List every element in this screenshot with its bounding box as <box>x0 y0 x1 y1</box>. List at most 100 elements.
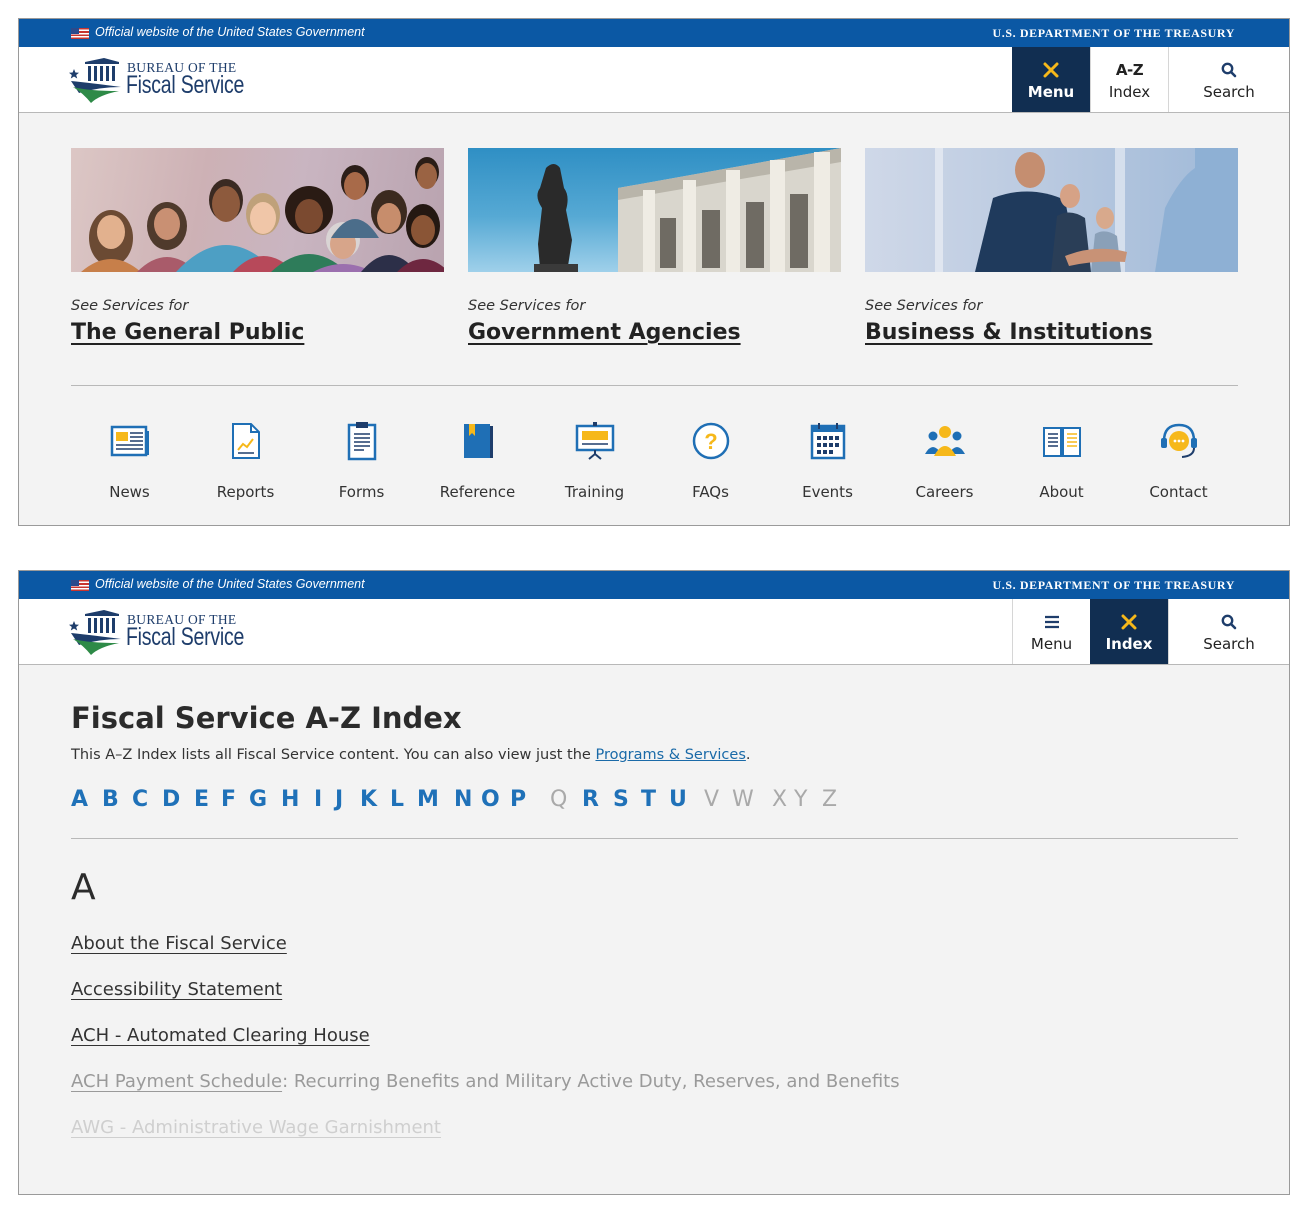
presentation-board-icon <box>536 417 653 465</box>
index-entry-link[interactable]: About the Fiscal Service <box>71 933 287 954</box>
letter-v: V <box>704 787 720 812</box>
reports-label: Reports <box>216 483 275 501</box>
quick-link-reports[interactable]: Reports <box>187 417 304 501</box>
us-flag-icon <box>71 580 89 591</box>
letter-r[interactable]: R <box>582 787 599 812</box>
see-services-for-text: See Services for <box>865 298 983 314</box>
index-entry[interactable]: AWG - Administrative Wage Garnishment <box>71 1117 441 1138</box>
quick-link-careers[interactable]: Careers <box>886 417 1003 501</box>
search-button[interactable]: Search <box>1168 599 1289 664</box>
quick-link-contact[interactable]: Contact <box>1120 417 1237 501</box>
see-services-for-text: See Services for <box>71 298 189 314</box>
business-institutions-photo[interactable] <box>865 148 1238 272</box>
government-agencies-link[interactable]: Government Agencies <box>468 320 841 345</box>
letter-s[interactable]: S <box>613 787 629 812</box>
audience-card-general-public[interactable]: See Services for The General Public <box>71 148 444 345</box>
audience-card-government-agencies[interactable]: See Services for Government Agencies <box>468 148 841 345</box>
index-description: This A–Z Index lists all Fiscal Service … <box>71 747 750 763</box>
letter-t[interactable]: T <box>641 787 656 812</box>
book-icon <box>419 417 536 465</box>
quick-link-events[interactable]: Events <box>769 417 886 501</box>
report-chart-icon <box>187 417 304 465</box>
menu-button-label: Menu <box>1027 82 1075 101</box>
letter-a[interactable]: A <box>71 787 88 812</box>
treasury-department-text[interactable]: U.S. DEPARTMENT OF THE TREASURY <box>993 578 1235 593</box>
letter-c[interactable]: C <box>132 787 148 812</box>
index-entry[interactable]: About the Fiscal Service <box>71 933 287 954</box>
letter-u[interactable]: U <box>669 787 687 812</box>
letter-p[interactable]: P <box>510 787 526 812</box>
letter-o[interactable]: O <box>481 787 500 812</box>
contact-label: Contact <box>1149 483 1208 501</box>
a-z-index-icon: A-Z <box>1115 60 1144 79</box>
index-entry-link[interactable]: Accessibility Statement <box>71 979 282 1000</box>
question-circle-icon: ? <box>652 417 769 465</box>
letter-d[interactable]: D <box>162 787 180 812</box>
index-button-label: Index <box>1108 82 1151 101</box>
letter-m[interactable]: M <box>417 787 439 812</box>
index-button[interactable]: A-Z Index <box>1090 47 1168 112</box>
fiscal-service-logo[interactable]: BUREAU OF THE Fiscal Service <box>69 57 249 105</box>
letter-h[interactable]: H <box>281 787 299 812</box>
index-entry-link[interactable]: AWG - Administrative Wage Garnishment <box>71 1117 441 1138</box>
index-entry-link[interactable]: ACH - Automated Clearing House <box>71 1025 370 1046</box>
letter-k[interactable]: K <box>360 787 377 812</box>
letter-b[interactable]: B <box>102 787 119 812</box>
menu-close-button[interactable]: Menu <box>1012 47 1090 112</box>
government-agencies-photo[interactable] <box>468 148 841 272</box>
letter-n[interactable]: N <box>454 787 472 812</box>
letter-j[interactable]: J <box>335 787 343 812</box>
official-gov-banner: Official website of the United States Go… <box>19 571 1289 599</box>
careers-label: Careers <box>915 483 974 501</box>
index-view-screenshot: Official website of the United States Go… <box>18 570 1290 1195</box>
index-entry[interactable]: ACH Payment Schedule: Recurring Benefits… <box>71 1071 900 1092</box>
index-close-button[interactable]: Index <box>1090 599 1168 664</box>
letter-y: Y <box>794 787 808 812</box>
index-entry-link[interactable]: ACH Payment Schedule <box>71 1071 282 1092</box>
quick-links-row: News Reports Forms Reference Training ? … <box>71 417 1238 501</box>
page-title: Fiscal Service A-Z Index <box>71 701 462 735</box>
official-gov-banner: Official website of the United States Go… <box>19 19 1289 47</box>
treasury-building-logo-icon <box>69 58 121 103</box>
quick-link-about[interactable]: About <box>1003 417 1120 501</box>
index-entry-suffix: : Recurring Benefits and Military Active… <box>282 1071 900 1092</box>
quick-link-faqs[interactable]: ? FAQs <box>652 417 769 501</box>
treasury-department-text[interactable]: U.S. DEPARTMENT OF THE TREASURY <box>993 26 1235 41</box>
menu-button[interactable]: Menu <box>1012 599 1090 664</box>
quick-link-reference[interactable]: Reference <box>419 417 536 501</box>
index-entry[interactable]: Accessibility Statement <box>71 979 282 1000</box>
header-nav-buttons: Menu Index Search <box>1012 599 1289 664</box>
close-x-icon <box>1121 611 1137 633</box>
general-public-photo[interactable] <box>71 148 444 272</box>
letter-w: W <box>732 787 754 812</box>
letter-l[interactable]: L <box>390 787 404 812</box>
letter-f[interactable]: F <box>221 787 236 812</box>
quick-link-forms[interactable]: Forms <box>303 417 420 501</box>
search-button-label: Search <box>1203 634 1255 653</box>
programs-services-link[interactable]: Programs & Services <box>595 747 745 763</box>
quick-link-training[interactable]: Training <box>536 417 653 501</box>
close-x-icon <box>1043 59 1059 81</box>
general-public-link[interactable]: The General Public <box>71 320 444 345</box>
logo-fiscal-service-text: Fiscal Service <box>126 623 245 651</box>
index-entry[interactable]: ACH - Automated Clearing House <box>71 1025 370 1046</box>
site-header: BUREAU OF THE Fiscal Service Menu A-Z In… <box>19 47 1289 113</box>
logo-fiscal-service-text: Fiscal Service <box>126 71 245 99</box>
fiscal-service-logo[interactable]: BUREAU OF THE Fiscal Service <box>69 609 249 657</box>
menu-button-label: Menu <box>1030 634 1073 653</box>
business-institutions-link[interactable]: Business & Institutions <box>865 320 1238 345</box>
search-icon <box>1221 611 1237 633</box>
official-website-text: Official website of the United States Go… <box>95 25 365 39</box>
see-services-for-text: See Services for <box>468 298 586 314</box>
search-button[interactable]: Search <box>1168 47 1289 112</box>
letter-e[interactable]: E <box>194 787 209 812</box>
letter-i[interactable]: I <box>314 787 322 812</box>
audience-card-business-institutions[interactable]: See Services for Business & Institutions <box>865 148 1238 345</box>
svg-text:?: ? <box>704 429 717 454</box>
about-label: About <box>1039 483 1084 501</box>
letter-g[interactable]: G <box>249 787 267 812</box>
us-flag-icon <box>71 28 89 39</box>
quick-link-news[interactable]: News <box>71 417 188 501</box>
site-header: BUREAU OF THE Fiscal Service Menu Index <box>19 599 1289 665</box>
index-button-label: Index <box>1105 634 1153 653</box>
